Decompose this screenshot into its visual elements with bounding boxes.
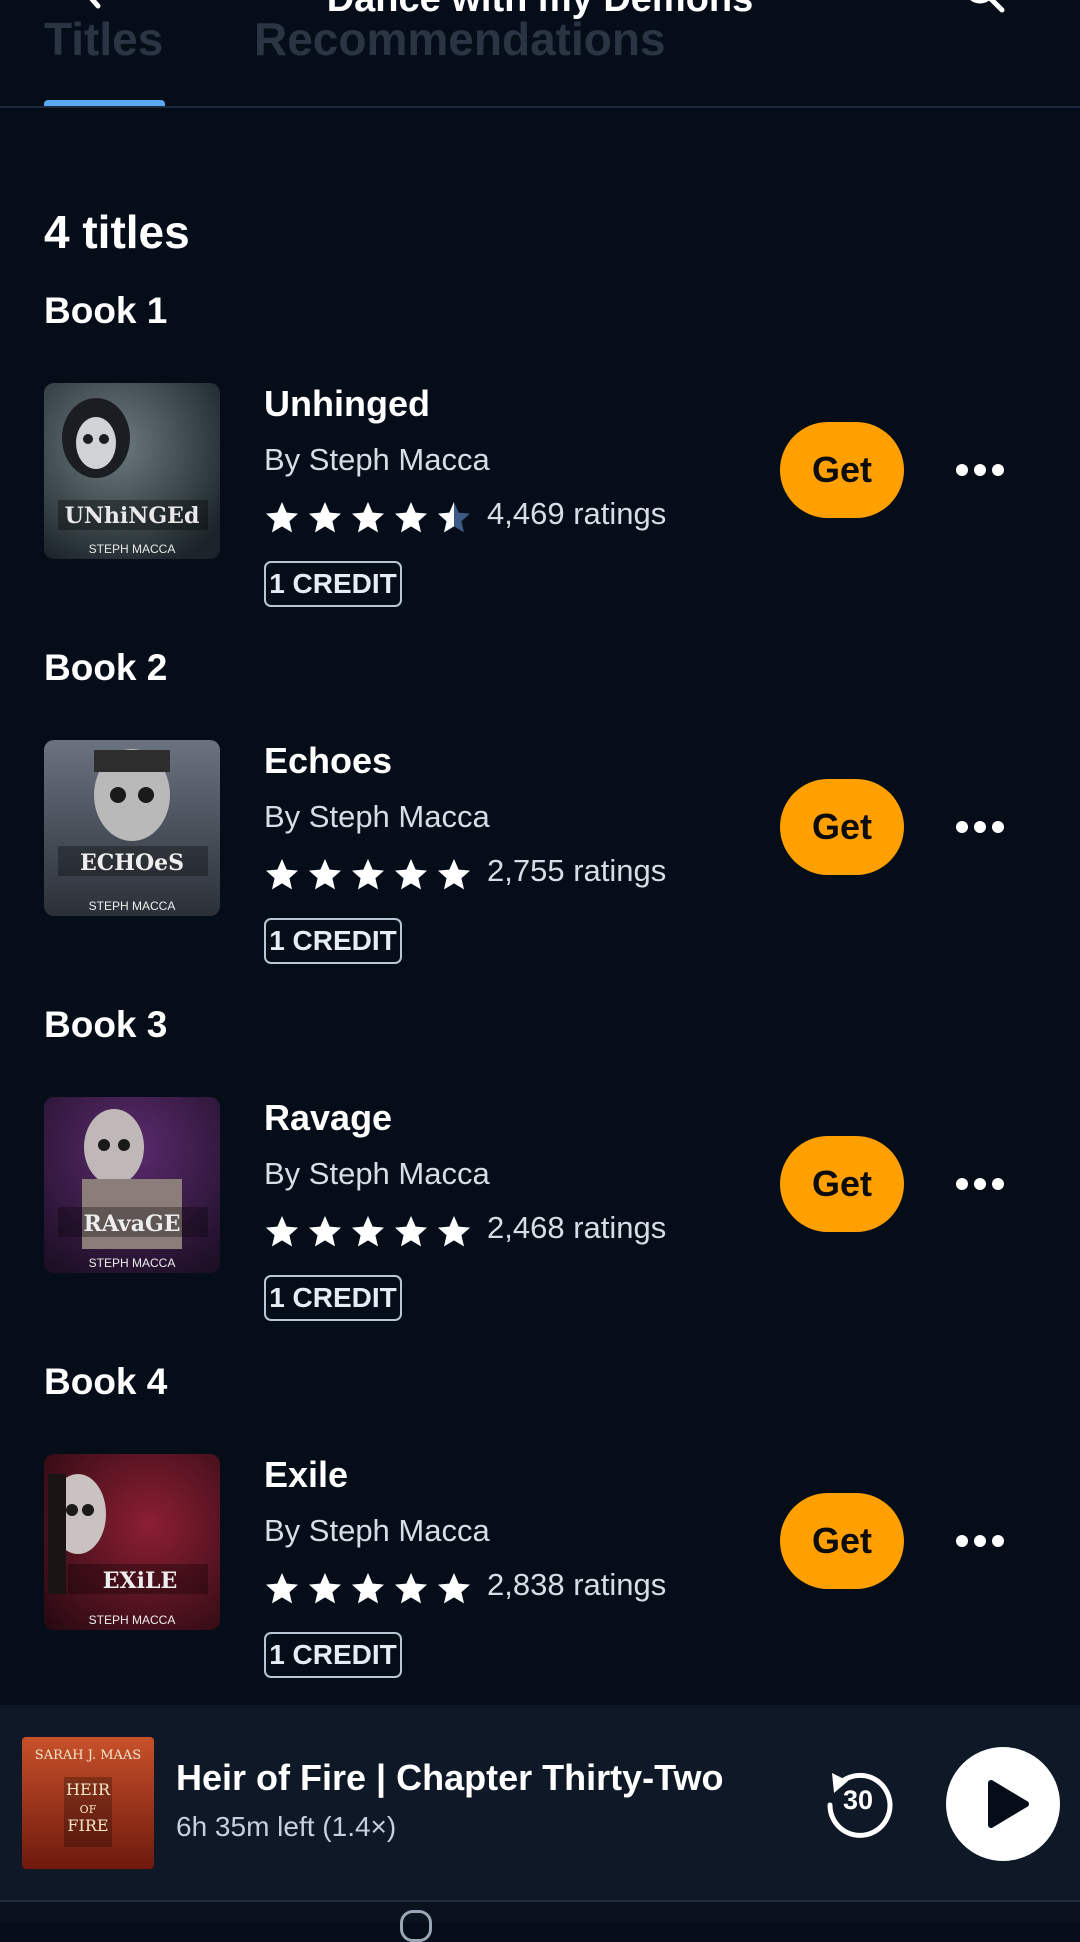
book-number-label: Book 4 (44, 1361, 168, 1402)
star-full-icon (352, 1216, 384, 1247)
book-title[interactable]: Exile (264, 1454, 348, 1496)
time-remaining: 6h 35m left (1.4×) (176, 1811, 397, 1842)
star-full-icon (395, 1216, 427, 1247)
book-cover[interactable]: EXiLE STEPH MACCA (44, 1454, 220, 1630)
ratings-count: 4,469 ratings (487, 496, 667, 531)
svg-text:SARAH J. MAAS: SARAH J. MAAS (35, 1748, 141, 1763)
star-full-icon (395, 859, 427, 890)
book-title[interactable]: Echoes (264, 740, 392, 782)
star-rating (264, 1569, 479, 1609)
now-playing-cover[interactable]: SARAH J. MAAS HEIR OF FIRE (22, 1737, 154, 1869)
rewind-seconds-label: 30 (842, 1785, 874, 1815)
ratings-count: 2,755 ratings (487, 853, 667, 888)
book-author[interactable]: By Steph Macca (264, 799, 490, 835)
bottom-nav-edge (0, 1900, 1080, 1942)
header-divider (0, 106, 1080, 108)
book-number-label: Book 3 (44, 1004, 168, 1045)
star-full-icon (438, 1573, 470, 1604)
star-full-icon (309, 859, 341, 890)
credit-badge: 1 CREDIT (264, 1275, 402, 1321)
credit-badge: 1 CREDIT (264, 1632, 402, 1678)
book-author[interactable]: By Steph Macca (264, 442, 490, 478)
star-full-icon (352, 1573, 384, 1604)
ratings-count: 2,468 ratings (487, 1210, 667, 1245)
star-full-icon (309, 1216, 341, 1247)
credit-badge: 1 CREDIT (264, 561, 402, 607)
svg-text:STEPH MACCA: STEPH MACCA (89, 899, 176, 913)
svg-text:UNhiNGEd: UNhiNGEd (65, 503, 200, 529)
star-full-icon (352, 859, 384, 890)
book-title[interactable]: Unhinged (264, 383, 430, 425)
play-icon (988, 1780, 1029, 1828)
book-number-label: Book 2 (44, 647, 168, 688)
star-full-icon (266, 502, 298, 533)
tab-titles[interactable]: Titles (44, 12, 163, 66)
more-options-icon[interactable] (955, 460, 1005, 480)
more-options-icon[interactable] (955, 1531, 1005, 1551)
star-full-icon (438, 859, 470, 890)
more-options-icon[interactable] (955, 817, 1005, 837)
star-full-icon (438, 1216, 470, 1247)
star-full-icon (395, 502, 427, 533)
star-full-icon (266, 859, 298, 890)
get-button[interactable]: Get (780, 1493, 904, 1589)
titles-count: 4 titles (44, 206, 190, 258)
book-number-label: Book 1 (44, 290, 168, 331)
top-bar: Dance with my Demons Titles Recommendati… (0, 0, 1080, 110)
get-button[interactable]: Get (780, 422, 904, 518)
svg-text:OF: OF (80, 1803, 97, 1816)
book-author[interactable]: By Steph Macca (264, 1513, 490, 1549)
svg-text:RAvaGE: RAvaGE (83, 1211, 180, 1237)
star-half-icon (438, 502, 470, 533)
star-rating (264, 1212, 479, 1252)
get-button[interactable]: Get (780, 1136, 904, 1232)
star-full-icon (395, 1573, 427, 1604)
star-full-icon (266, 1573, 298, 1604)
svg-text:STEPH MACCA: STEPH MACCA (89, 542, 176, 556)
svg-text:FIRE: FIRE (67, 1816, 108, 1835)
book-author[interactable]: By Steph Macca (264, 1156, 490, 1192)
svg-text:STEPH MACCA: STEPH MACCA (89, 1256, 176, 1270)
mini-player[interactable]: SARAH J. MAAS HEIR OF FIRE Heir of Fire … (0, 1705, 1080, 1900)
star-full-icon (309, 1573, 341, 1604)
get-button[interactable]: Get (780, 779, 904, 875)
more-options-icon[interactable] (955, 1174, 1005, 1194)
star-full-icon (309, 502, 341, 533)
book-title[interactable]: Ravage (264, 1097, 392, 1139)
star-full-icon (266, 1216, 298, 1247)
play-button[interactable] (946, 1747, 1060, 1861)
star-rating (264, 498, 479, 538)
star-full-icon (352, 502, 384, 533)
ratings-count: 2,838 ratings (487, 1567, 667, 1602)
svg-text:ECHOeS: ECHOeS (80, 850, 184, 876)
book-cover[interactable]: UNhiNGEd STEPH MACCA (44, 383, 220, 559)
book-cover[interactable]: RAvaGE STEPH MACCA (44, 1097, 220, 1273)
svg-text:HEIR: HEIR (66, 1780, 111, 1799)
star-rating (264, 855, 479, 895)
credit-badge: 1 CREDIT (264, 918, 402, 964)
svg-text:STEPH MACCA: STEPH MACCA (89, 1613, 176, 1627)
book-cover[interactable]: ECHOeS STEPH MACCA (44, 740, 220, 916)
svg-text:EXiLE: EXiLE (103, 1568, 177, 1594)
tab-recommendations[interactable]: Recommendations (254, 12, 666, 66)
nav-icon[interactable] (400, 1910, 432, 1942)
now-playing-title[interactable]: Heir of Fire | Chapter Thirty-Two (176, 1757, 723, 1799)
search-icon[interactable] (962, 0, 1006, 14)
